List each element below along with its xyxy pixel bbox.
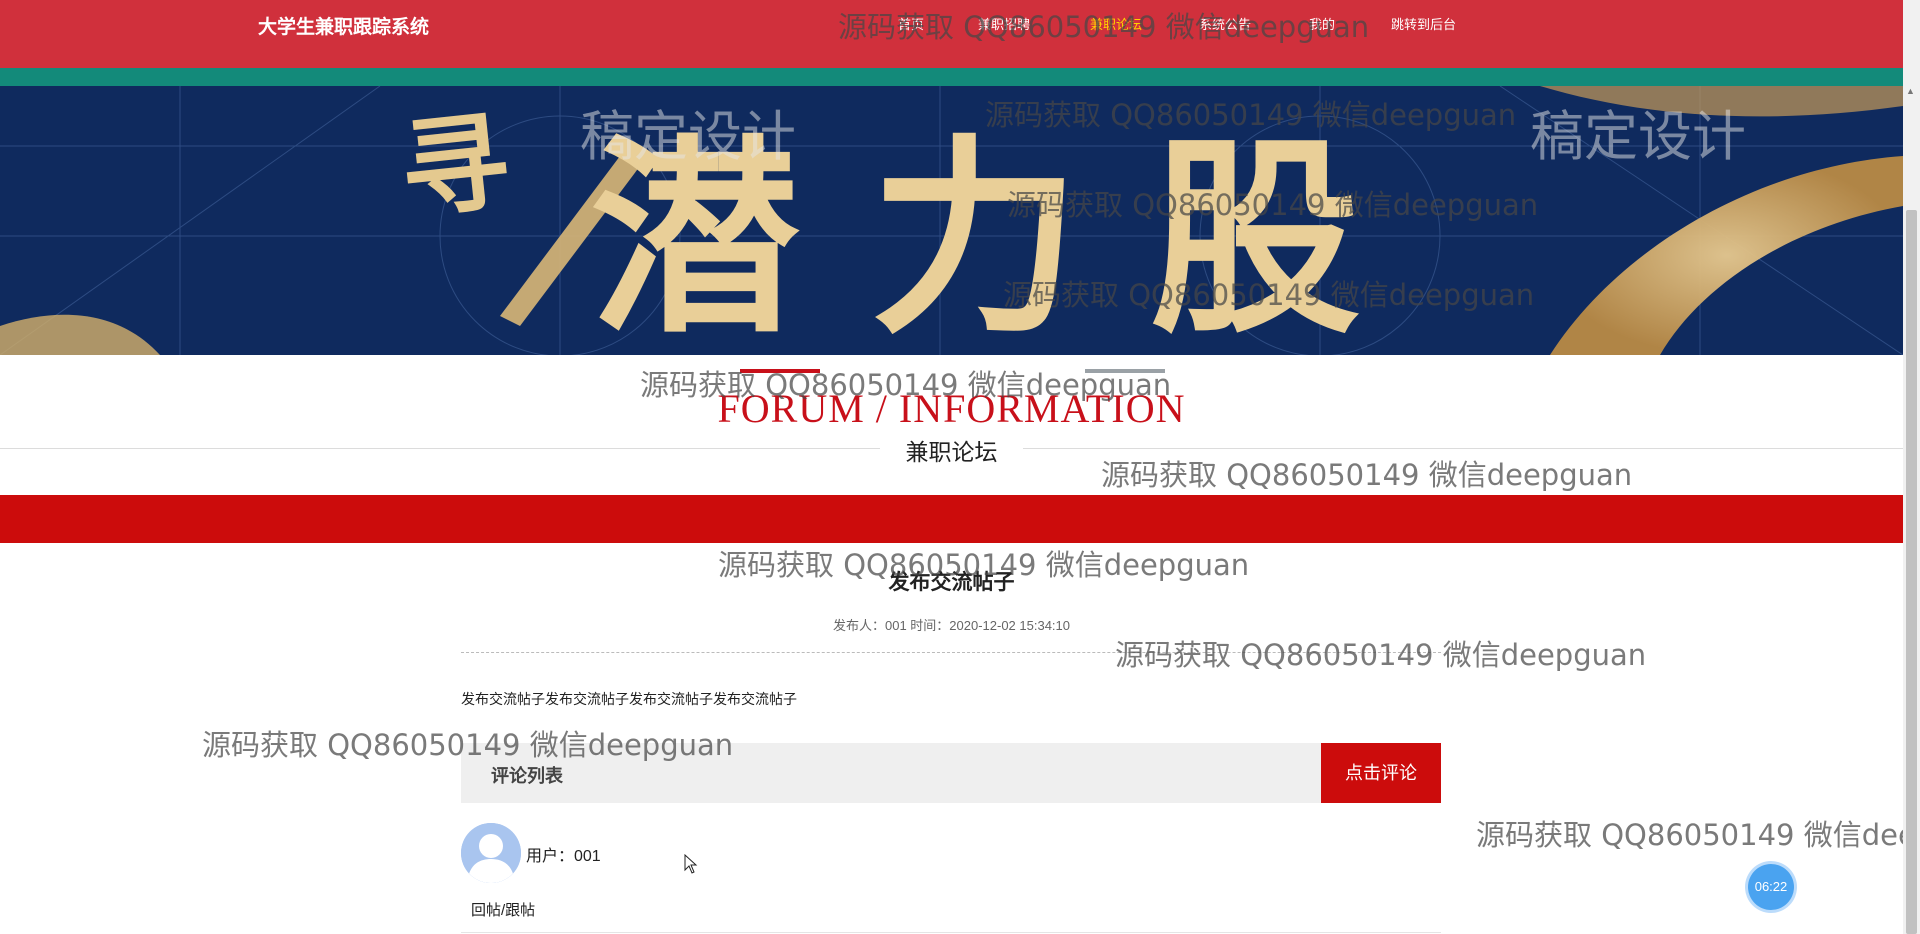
red-divider-bar xyxy=(0,495,1903,543)
nav-item-admin[interactable]: 跳转到后台 xyxy=(1391,14,1456,33)
section-title-cn: 兼职论坛 xyxy=(880,433,1023,467)
comment-text: 回帖/跟帖 xyxy=(471,902,536,919)
nav-item-home[interactable]: 首页 xyxy=(898,14,924,33)
watermark: 源码获取 QQ86050149 微信deepguan xyxy=(1476,818,1920,852)
site-title[interactable]: 大学生兼职跟踪系统 xyxy=(258,12,429,39)
scroll-up-arrow-icon[interactable]: ▲ xyxy=(1906,86,1915,96)
heading-decoration-red xyxy=(740,369,820,373)
watermark: 源码获取 QQ86050149 微信deepguan xyxy=(1115,638,1647,672)
section-title-en: FORUM / INFORMATION xyxy=(717,386,1186,431)
post-meta: 发布人：001 时间：2020-12-02 15:34:10 xyxy=(832,618,1070,633)
heading-decoration-gray xyxy=(1085,369,1165,373)
scrollbar-thumb[interactable] xyxy=(1906,210,1917,934)
nav-item-announcements[interactable]: 系统公告 xyxy=(1199,14,1251,33)
floating-clock-button[interactable]: 06:22 xyxy=(1748,864,1794,910)
section-heading: FORUM / INFORMATION 兼职论坛 xyxy=(0,355,1903,495)
comment-list-title: 评论列表 xyxy=(491,766,563,786)
hero-banner: 寻 潜力股 稿定设计 稿定设计 xyxy=(0,86,1903,355)
mouse-cursor-icon xyxy=(684,854,698,874)
top-navbar: 大学生兼职跟踪系统 首页 兼职招聘 兼职论坛 系统公告 我的 跳转到后台 xyxy=(0,0,1903,86)
nav-item-mine[interactable]: 我的 xyxy=(1309,14,1335,33)
nav-item-jobs[interactable]: 兼职招聘 xyxy=(978,14,1030,33)
post-divider xyxy=(461,652,1441,653)
comment-user-name: 用户：001 xyxy=(526,848,601,865)
post-content: 发布交流帖子发布交流帖子发布交流帖子发布交流帖子 xyxy=(461,691,797,707)
add-comment-button[interactable]: 点击评论 xyxy=(1321,743,1441,803)
avatar xyxy=(461,823,521,883)
comment-list-header: 评论列表 点击评论 xyxy=(461,743,1441,803)
comment-divider xyxy=(461,932,1441,933)
nav-item-forum[interactable]: 兼职论坛 xyxy=(1090,14,1142,33)
banner-brush-char: 寻 xyxy=(394,98,516,236)
user-avatar-icon xyxy=(461,823,521,883)
banner-calligraphy: 潜力股 xyxy=(590,115,1431,355)
post-title: 发布交流帖子 xyxy=(888,571,1015,594)
comment-user: 用户：001 xyxy=(526,842,601,866)
